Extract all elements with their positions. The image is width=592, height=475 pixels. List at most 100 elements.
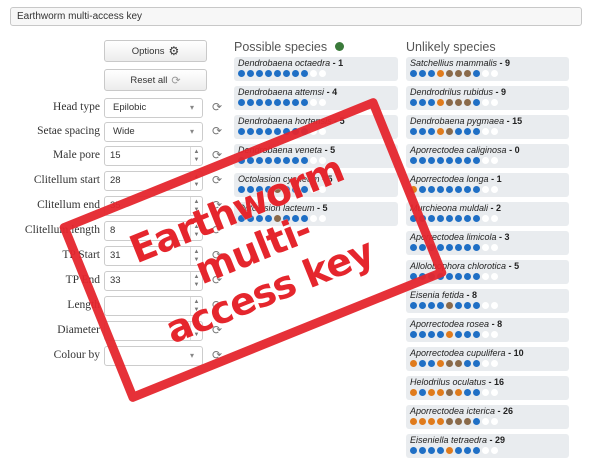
- species-score: 3: [504, 232, 510, 242]
- character-dot: [428, 360, 435, 367]
- species-score: 2: [496, 203, 502, 213]
- character-dot: [464, 244, 471, 251]
- character-dot: [464, 70, 471, 77]
- species-name-text: Aporrectodea longa: [410, 174, 489, 184]
- character-dot: [410, 302, 417, 309]
- character-dot: [455, 215, 462, 222]
- character-dot: [437, 447, 444, 454]
- character-dot: [446, 447, 453, 454]
- reset-all-button[interactable]: Reset all ⟳: [104, 69, 207, 91]
- species-score: 4: [332, 87, 338, 97]
- species-name-text: Aporrectodea rosea: [410, 319, 490, 329]
- character-dot: [419, 389, 426, 396]
- species-name: Dendrobaena octaedra - 1: [238, 58, 343, 68]
- species-card[interactable]: Eiseniella tetraedra - 29: [406, 434, 569, 458]
- species-card[interactable]: Dendrobaena pygmaea - 15: [406, 115, 569, 139]
- character-dot: [428, 128, 435, 135]
- app-window: Earthworm multi-access key Options ⚙ Res…: [0, 0, 592, 475]
- unlikely-species-heading: Unlikely species: [406, 40, 496, 54]
- character-dot: [446, 186, 453, 193]
- score-separator: -: [493, 87, 502, 97]
- character-dots: [410, 360, 498, 368]
- species-card[interactable]: Helodrilus oculatus - 16: [406, 376, 569, 400]
- species-score: 8: [497, 319, 503, 329]
- character-dot: [446, 331, 453, 338]
- character-dot: [455, 360, 462, 367]
- character-dot: [455, 70, 462, 77]
- head-type-reset-icon[interactable]: ⟳: [212, 100, 222, 114]
- character-dot: [491, 447, 498, 454]
- length-label: Length: [67, 299, 100, 311]
- species-score: 5: [514, 261, 520, 271]
- info-dot-icon[interactable]: [335, 42, 345, 52]
- character-dot: [446, 157, 453, 164]
- character-dot: [292, 70, 299, 77]
- character-dot: [473, 273, 480, 280]
- setae-spacing-select[interactable]: Wide ▾: [104, 122, 203, 142]
- species-name: Aporrectodea icterica - 26: [410, 406, 513, 416]
- character-dot: [482, 128, 489, 135]
- character-dot: [446, 418, 453, 425]
- species-card[interactable]: Murchieona muldali - 2: [406, 202, 569, 226]
- character-dot: [491, 389, 498, 396]
- character-dot: [455, 157, 462, 164]
- character-dot: [473, 302, 480, 309]
- character-dot: [256, 128, 263, 135]
- character-dot: [473, 389, 480, 396]
- species-name-text: Eisenia fetida: [410, 290, 465, 300]
- species-card[interactable]: Satchellius mammalis - 9: [406, 57, 569, 81]
- stepper-icon[interactable]: ▲ ▼: [190, 147, 202, 165]
- male-pore-label: Male pore: [53, 149, 100, 161]
- character-dot: [410, 99, 417, 106]
- male-pore-input[interactable]: 15 ▲ ▼: [104, 146, 203, 166]
- species-card[interactable]: Dendrobaena octaedra - 1: [234, 57, 398, 81]
- species-name-text: Dendrobaena pygmaea: [410, 116, 505, 126]
- setae-spacing-label: Setae spacing: [37, 125, 100, 137]
- character-dot: [491, 418, 498, 425]
- options-button[interactable]: Options ⚙: [104, 40, 207, 62]
- character-dot: [482, 186, 489, 193]
- setae-spacing-reset-icon[interactable]: ⟳: [212, 124, 222, 138]
- character-dot: [428, 99, 435, 106]
- character-dot: [482, 99, 489, 106]
- character-dot: [428, 331, 435, 338]
- score-separator: -: [324, 87, 333, 97]
- character-dot: [410, 447, 417, 454]
- species-name: Dendrodrilus rubidus - 9: [410, 87, 506, 97]
- character-dot: [283, 99, 290, 106]
- species-name: Aporrectodea cupulifera - 10: [410, 348, 524, 358]
- character-dot: [446, 244, 453, 251]
- character-dot: [482, 273, 489, 280]
- species-score: 8: [472, 290, 478, 300]
- chevron-down-icon: ▾: [189, 103, 194, 112]
- character-dot: [437, 70, 444, 77]
- species-card[interactable]: Aporrectodea rosea - 8: [406, 318, 569, 342]
- character-dot: [446, 99, 453, 106]
- diameter-label: Diameter: [57, 324, 100, 336]
- species-name-text: Eiseniella tetraedra: [410, 435, 488, 445]
- character-dot: [437, 215, 444, 222]
- character-dot: [482, 389, 489, 396]
- character-dot: [455, 331, 462, 338]
- species-card[interactable]: Eisenia fetida - 8: [406, 289, 569, 313]
- score-separator: -: [488, 203, 497, 213]
- character-dot: [283, 70, 290, 77]
- stamp-overlay: Earthworm multi- access key: [58, 97, 447, 403]
- head-type-select[interactable]: Epilobic ▾: [104, 98, 203, 118]
- character-dot: [419, 70, 426, 77]
- species-card[interactable]: Aporrectodea icterica - 26: [406, 405, 569, 429]
- species-card[interactable]: Aporrectodea caliginosa - 0: [406, 144, 569, 168]
- species-card[interactable]: Aporrectodea cupulifera - 10: [406, 347, 569, 371]
- reset-all-label: Reset all: [130, 74, 168, 86]
- character-dot: [455, 273, 462, 280]
- character-dot: [482, 70, 489, 77]
- character-dot: [464, 302, 471, 309]
- character-dots: [410, 331, 498, 339]
- species-card[interactable]: Dendrodrilus rubidus - 9: [406, 86, 569, 110]
- species-card[interactable]: Aporrectodea longa - 1: [406, 173, 569, 197]
- character-dot: [446, 389, 453, 396]
- character-dot: [473, 418, 480, 425]
- character-dot: [410, 70, 417, 77]
- character-dot: [464, 186, 471, 193]
- character-dot: [437, 186, 444, 193]
